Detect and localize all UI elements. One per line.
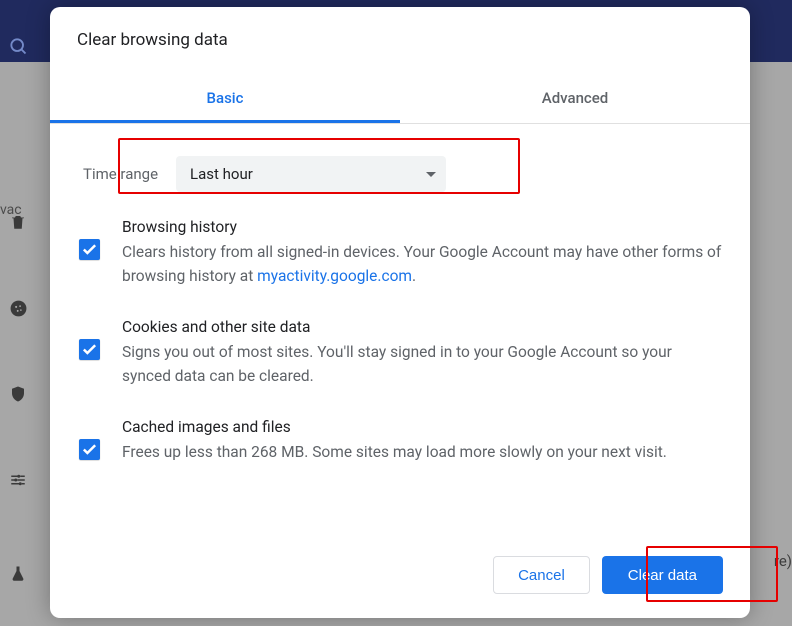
options-list: Browsing history Clears history from all… [79, 218, 723, 464]
option-browsing-history: Browsing history Clears history from all… [79, 218, 723, 288]
dialog-content: Time range Last hour Browsing history Cl… [50, 124, 750, 556]
checkbox-cookies[interactable] [79, 339, 100, 360]
checkbox-cache[interactable] [79, 439, 100, 460]
flask-icon [9, 565, 27, 587]
time-range-select[interactable]: Last hour [176, 156, 446, 192]
option-title: Cached images and files [122, 418, 723, 436]
tab-advanced[interactable]: Advanced [400, 77, 750, 123]
cancel-button[interactable]: Cancel [493, 556, 590, 594]
option-description: Signs you out of most sites. You'll stay… [122, 340, 723, 388]
clear-data-button[interactable]: Clear data [602, 556, 723, 594]
search-icon [8, 36, 28, 60]
trash-icon [9, 213, 27, 235]
option-description: Frees up less than 268 MB. Some sites ma… [122, 440, 723, 464]
clear-browsing-dialog: Clear browsing data Basic Advanced Time … [50, 7, 750, 618]
option-cache: Cached images and files Frees up less th… [79, 418, 723, 464]
dialog-title: Clear browsing data [50, 7, 750, 50]
option-cookies: Cookies and other site data Signs you ou… [79, 318, 723, 388]
dialog-actions: Cancel Clear data [50, 556, 750, 618]
dialog-tabs: Basic Advanced [50, 77, 750, 124]
option-description: Clears history from all signed-in device… [122, 240, 723, 288]
time-range-value: Last hour [190, 165, 253, 183]
bg-text-right: re) [774, 552, 792, 570]
myactivity-link[interactable]: myactivity.google.com [257, 267, 412, 285]
cookie-icon [9, 299, 28, 322]
tune-icon [9, 471, 27, 493]
checkbox-browsing-history[interactable] [79, 239, 100, 260]
time-range-row: Time range Last hour [77, 151, 723, 198]
shield-icon [9, 385, 27, 407]
option-title: Cookies and other site data [122, 318, 723, 336]
chevron-down-icon [426, 172, 436, 177]
option-title: Browsing history [122, 218, 723, 236]
tab-basic[interactable]: Basic [50, 77, 400, 123]
time-range-label: Time range [83, 165, 158, 183]
